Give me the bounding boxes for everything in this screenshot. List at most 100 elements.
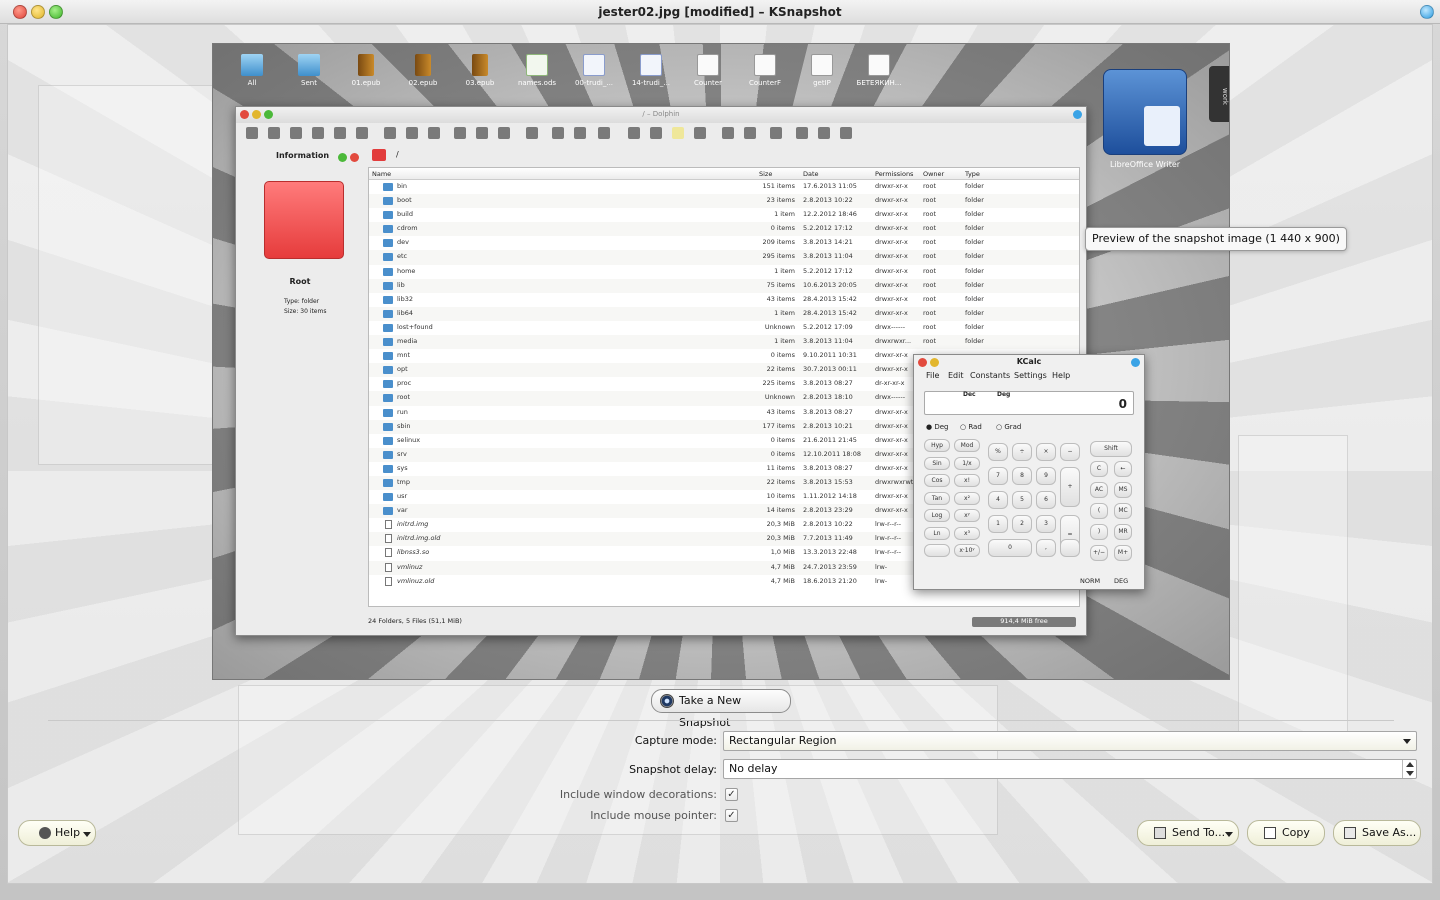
kcalc-memory-button[interactable]: )	[1090, 524, 1108, 540]
table-row[interactable]: etc 295 items 3.8.2013 11:04 drwxr-xr-x root…	[369, 250, 1079, 265]
spin-down-icon[interactable]	[1406, 771, 1414, 776]
kcalc-key-button[interactable]: 6	[1036, 491, 1056, 509]
include-window-decorations-checkbox[interactable]: ✓	[725, 788, 738, 801]
send-to-icon	[1154, 827, 1166, 839]
kcalc-memory-button[interactable]: ←	[1114, 461, 1132, 477]
paste-icon	[428, 127, 440, 139]
kcalc-function-button[interactable]: x³	[954, 526, 980, 540]
kcalc-key-button[interactable]	[1060, 539, 1080, 557]
folder-icon	[383, 281, 393, 290]
snapshot-delay-spinbox[interactable]: No delay	[723, 759, 1417, 779]
kcalc-key-button[interactable]: −	[1060, 443, 1080, 461]
kcalc-memory-button[interactable]: MS	[1114, 482, 1132, 498]
take-new-snapshot-button[interactable]: Take a New Snapshot	[651, 689, 791, 729]
folder-icon	[383, 478, 393, 487]
network-icon	[574, 127, 586, 139]
spin-up-icon[interactable]	[1406, 762, 1414, 767]
kcalc-memory-button[interactable]: +/−	[1090, 545, 1108, 561]
kcalc-memory-button[interactable]: AC	[1090, 482, 1108, 498]
desktop-icon: names.ods	[512, 54, 562, 87]
folder-icon	[383, 464, 393, 473]
kcalc-function-button[interactable]: Mod	[954, 439, 980, 452]
kcalc-function-button[interactable]	[924, 544, 950, 557]
kcalc-key-button[interactable]: ÷	[1012, 443, 1032, 461]
kcalc-key-button[interactable]: 1	[988, 515, 1008, 533]
table-row[interactable]: lib 75 items 10.6.2013 20:05 drwxr-xr-x root…	[369, 278, 1079, 293]
table-row[interactable]: home 1 item 5.2.2012 17:12 drwxr-xr-x root fo…	[369, 265, 1079, 279]
dolphin-toolbar	[236, 123, 1086, 145]
include-window-decorations-label: Include window decorations:	[559, 788, 717, 801]
copy-button[interactable]: Copy	[1247, 820, 1325, 846]
undo-icon	[454, 127, 466, 139]
dolphin-title-bar: / – Dolphin	[236, 107, 1086, 123]
kcalc-function-button[interactable]: x²	[954, 491, 980, 505]
preview-icon	[694, 127, 706, 139]
table-row[interactable]: bin 151 items 17.6.2013 11:05 drwxr-xr-x roo…	[369, 180, 1079, 194]
folder-icon	[383, 380, 393, 389]
capture-mode-select[interactable]: Rectangular Region	[723, 731, 1417, 751]
desktop-icon: 02.epub	[398, 54, 448, 87]
include-mouse-pointer-label: Include mouse pointer:	[590, 809, 717, 822]
table-row[interactable]: boot 23 items 2.8.2013 10:22 drwxr-xr-x root…	[369, 194, 1079, 209]
kcalc-key-button[interactable]: ×	[1036, 443, 1056, 461]
help-button[interactable]: Help	[18, 820, 96, 846]
folder-icon	[383, 507, 393, 516]
kcalc-key-button[interactable]: 4	[988, 491, 1008, 509]
snapshot-preview[interactable]: All Sent 01.epub 02.epub 03.epub names.o…	[212, 43, 1230, 680]
kcalc-function-button[interactable]: Sin	[924, 456, 950, 470]
file-icon	[385, 576, 392, 586]
kcalc-function-button[interactable]: Ln	[924, 526, 950, 540]
kcalc-memory-button[interactable]: M+	[1114, 545, 1132, 561]
status-icon	[338, 153, 347, 162]
ghost-panel	[38, 85, 218, 465]
kcalc-key-button[interactable]: %	[988, 443, 1008, 461]
kcalc-memory-button[interactable]: (	[1090, 503, 1108, 519]
kcalc-key-button[interactable]: 8	[1012, 467, 1032, 485]
snapshot-delay-label: Snapshot delay:	[629, 763, 717, 776]
kcalc-key-button[interactable]: +	[1060, 467, 1080, 507]
table-row[interactable]: build 1 item 12.2.2012 18:46 drwxr-xr-x root…	[369, 208, 1079, 222]
kcalc-function-button[interactable]: Tan	[924, 491, 950, 505]
kcalc-key-button[interactable]: 0	[988, 539, 1032, 557]
kcalc-memory-button[interactable]: MC	[1114, 503, 1132, 519]
ksnapshot-main: All Sent 01.epub 02.epub 03.epub names.o…	[7, 24, 1433, 884]
spin-buttons[interactable]	[1402, 760, 1416, 778]
forward-icon	[290, 127, 302, 139]
kcalc-function-button[interactable]: Cos	[924, 474, 950, 487]
split-view-icon	[672, 127, 684, 139]
kcalc-function-button[interactable]: 1/x	[954, 456, 980, 470]
text-file-icon	[868, 54, 890, 76]
desktop-icon: Sent	[284, 54, 334, 87]
table-row[interactable]: cdrom 0 items 5.2.2012 17:12 drwxr-xr-x root…	[369, 222, 1079, 237]
table-row[interactable]: lib64 1 item 28.4.2013 15:42 drwxr-xr-x root…	[369, 306, 1079, 321]
table-row[interactable]: lib32 43 items 28.4.2013 15:42 drwxr-xr-x ro…	[369, 293, 1079, 307]
kcalc-function-button[interactable]: xʸ	[954, 509, 980, 522]
kcalc-key-button[interactable]: 7	[988, 467, 1008, 485]
kcalc-key-button[interactable]: 9	[1036, 467, 1056, 485]
save-as-button[interactable]: Save As...	[1333, 820, 1421, 846]
kcalc-function-button[interactable]: Log	[924, 509, 950, 522]
kcalc-key-button[interactable]: 3	[1036, 515, 1056, 533]
table-row[interactable]: media 1 item 3.8.2013 11:04 drwxrwxr... root…	[369, 335, 1079, 350]
window-menu-button[interactable]	[1420, 5, 1434, 19]
kcalc-function-button[interactable]: x·10ʸ	[954, 544, 980, 557]
kcalc-memory-button[interactable]: MR	[1114, 524, 1132, 540]
kcalc-memory-button[interactable]: Shift	[1090, 441, 1132, 457]
folder-icon	[383, 197, 393, 206]
file-icon	[385, 534, 392, 544]
table-row[interactable]: lost+found Unknown 5.2.2012 17:09 drwx-----…	[369, 321, 1079, 335]
kcalc-key-button[interactable]: 2	[1012, 515, 1032, 533]
kcalc-function-button[interactable]: Hyp	[924, 439, 950, 452]
kcalc-memory-button[interactable]: C	[1090, 461, 1108, 477]
chevron-down-icon	[1403, 739, 1411, 744]
kcalc-function-button[interactable]: x!	[954, 474, 980, 487]
include-mouse-pointer-checkbox[interactable]: ✓	[725, 809, 738, 822]
send-to-button[interactable]: Send To...	[1137, 820, 1239, 846]
kcalc-key-button[interactable]: ,	[1036, 539, 1056, 557]
title-bar[interactable]: jester02.jpg [modified] – KSnapshot	[0, 0, 1440, 24]
separator	[48, 720, 1394, 721]
table-row[interactable]: dev 209 items 3.8.2013 14:21 drwxr-xr-x root…	[369, 236, 1079, 250]
folder-icon	[383, 394, 393, 403]
kcalc-key-button[interactable]: 5	[1012, 491, 1032, 509]
location-folder-icon	[372, 149, 386, 161]
